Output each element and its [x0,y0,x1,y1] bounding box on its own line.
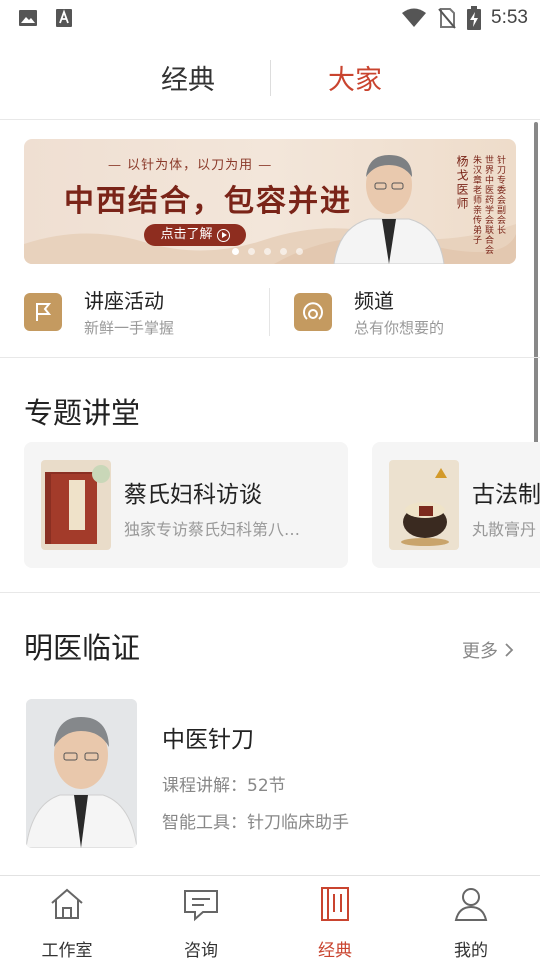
nav-classic[interactable]: 经典 [268,884,402,960]
pagination-dot [232,248,239,255]
topic-book-image [41,460,111,550]
nav-label: 经典 [318,941,352,960]
tab-divider [270,60,271,96]
top-tab-bar: 经典 大家 [0,40,540,120]
no-sim-icon [438,8,456,29]
battery-charging-icon [467,6,482,30]
topic-card[interactable]: 古法制 丸散膏丹 [372,442,540,568]
doctor-photo[interactable] [26,699,137,848]
banner-learn-more-button[interactable]: 点击了解 [144,224,246,246]
quick-entry-title: 频道 [354,289,394,313]
quick-entries: 讲座活动 新鲜一手掌握 频道 总有你想要的 [0,280,540,358]
channel-icon [294,293,332,331]
banner-credential-2: 世界中医药学会联合会 [483,155,493,255]
nav-studio[interactable]: 工作室 [0,884,134,960]
quick-entry-desc: 新鲜一手掌握 [84,319,175,337]
topic-card-title: 古法制 [472,482,540,508]
banner-pagination [232,248,303,255]
nav-label: 咨询 [184,941,218,960]
quick-divider [269,288,270,336]
promo-banner[interactable]: — 以针为体，以刀为用 — 中西结合，包容并进 点击了解 杨戈医师 针刀专委会副… [24,139,516,264]
home-icon [51,888,83,919]
banner-title: 中西结合，包容并进 [64,184,352,219]
book-icon [321,887,349,921]
tab-masters[interactable]: 大家 [275,58,435,97]
more-label: 更多 [462,641,498,662]
status-bar: 5:53 [0,0,540,38]
tab-classic[interactable]: 经典 [108,58,268,97]
chat-icon [184,890,218,922]
bottom-nav: 工作室 咨询 经典 我的 [0,875,540,960]
flag-icon [24,293,62,331]
pagination-dot [280,248,287,255]
topic-card-title: 蔡氏妇科访谈 [124,482,262,508]
play-circle-icon [216,228,230,242]
pagination-dot [296,248,303,255]
doctor-course-tool: 智能工具：针刀临床助手 [162,813,349,833]
chevron-right-icon [505,643,514,657]
topic-jar-image [389,460,459,550]
nav-label: 我的 [454,941,488,960]
banner-credential-1: 针刀专委会副会长 [495,155,505,235]
banner-subtitle: — 以针为体，以刀为用 — [108,158,273,173]
quick-entry-lectures[interactable]: 讲座活动 新鲜一手掌握 [24,288,175,337]
nav-label: 工作室 [41,941,93,960]
user-icon [454,888,488,921]
section-divider [0,592,540,593]
topic-card-desc: 丸散膏丹 [472,520,537,539]
section-title-topics: 专题讲堂 [24,396,141,430]
banner-credential-3: 朱汉章老师亲传弟子 [471,155,481,245]
image-icon [19,10,37,26]
wifi-icon [402,8,427,27]
section-title-doctors: 明医临证 [24,631,141,665]
doctor-course-title[interactable]: 中医针刀 [162,720,254,754]
doctor-course-lessons: 课程讲解：52节 [162,776,286,796]
pagination-dot [248,248,255,255]
quick-entry-title: 讲座活动 [84,289,164,313]
pagination-dot [264,248,271,255]
nav-profile[interactable]: 我的 [404,884,538,960]
topic-card[interactable]: 蔡氏妇科访谈 独家专访蔡氏妇科第八… [24,442,348,568]
quick-entry-channel[interactable]: 频道 总有你想要的 [294,288,445,337]
doctor-portrait-image [333,155,445,264]
nav-consult[interactable]: 咨询 [134,884,268,960]
banner-doctor-name: 杨戈医师 [455,155,469,211]
quick-entry-desc: 总有你想要的 [354,319,445,337]
more-link[interactable]: 更多 [462,637,514,663]
status-time: 5:53 [491,7,528,28]
banner-button-label: 点击了解 [160,227,213,242]
a-icon [56,9,72,27]
topic-card-desc: 独家专访蔡氏妇科第八… [124,520,301,539]
